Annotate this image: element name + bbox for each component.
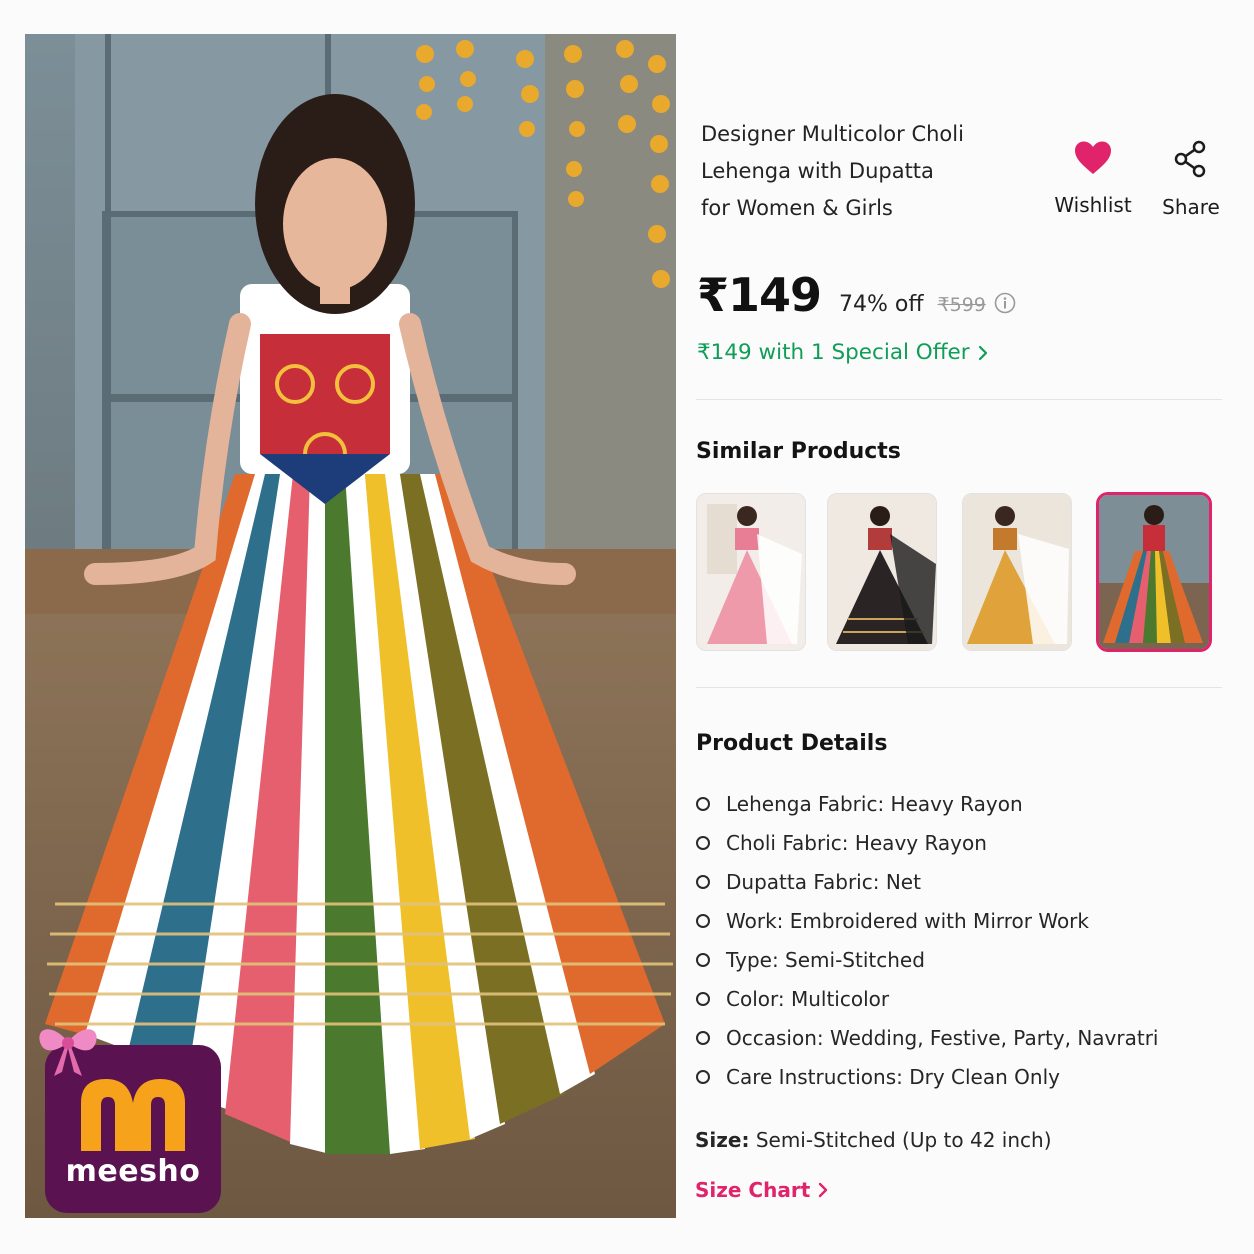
bullet-icon [696,835,710,850]
chevron-right-icon [819,1182,828,1198]
product-photo [25,34,676,1218]
product-details-list: Lehenga Fabric: Heavy Rayon Choli Fabric… [696,784,1159,1096]
divider [696,687,1222,688]
detail-text: Lehenga Fabric: Heavy Rayon [726,791,1023,816]
detail-text: Type: Semi-Stitched [726,947,925,972]
wishlist-label: Wishlist [1054,193,1132,217]
size-info: Size: Semi-Stitched (Up to 42 inch) [695,1128,1052,1152]
similar-product-thumb[interactable] [962,493,1072,651]
wishlist-button[interactable]: Wishlist [1050,140,1136,217]
special-offer-link[interactable]: ₹149 with 1 Special Offer [697,340,988,365]
product-main-image[interactable] [25,34,676,1218]
bullet-icon [696,1030,710,1045]
bullet-icon [696,991,710,1006]
similar-product-thumb[interactable] [696,493,806,651]
similar-product-thumb[interactable] [827,493,937,651]
detail-item: Dupatta Fabric: Net [696,862,1159,901]
detail-item: Choli Fabric: Heavy Rayon [696,823,1159,862]
similar-products-list [696,492,1216,653]
original-price: ₹599 [937,294,986,316]
product-details-title: Product Details [696,731,888,756]
divider [696,399,1222,400]
info-icon[interactable] [994,292,1016,314]
meesho-m-mark [81,1079,185,1151]
bullet-icon [696,874,710,889]
detail-item: Care Instructions: Dry Clean Only [696,1057,1159,1096]
similar-products-title: Similar Products [696,439,901,464]
heart-icon [1075,141,1111,174]
detail-item: Lehenga Fabric: Heavy Rayon [696,784,1159,823]
detail-item: Work: Embroidered with Mirror Work [696,901,1159,940]
size-value: Semi-Stitched (Up to 42 inch) [755,1128,1052,1152]
bullet-icon [696,1069,710,1084]
detail-text: Work: Embroidered with Mirror Work [726,908,1089,933]
size-label: Size: [695,1128,750,1152]
detail-item: Type: Semi-Stitched [696,940,1159,979]
detail-text: Care Instructions: Dry Clean Only [726,1064,1060,1089]
detail-text: Occasion: Wedding, Festive, Party, Navra… [726,1025,1159,1050]
share-label: Share [1162,195,1220,219]
selling-price: ₹149 [697,268,822,322]
similar-product-thumb-selected[interactable] [1096,492,1212,652]
thumb-image-black [828,494,936,650]
thumb-image-mustard [963,494,1071,650]
bullet-icon [696,952,710,967]
detail-item: Color: Multicolor [696,979,1159,1018]
product-title-line-2: Lehenga with Dupatta [701,159,934,183]
detail-text: Dupatta Fabric: Net [726,869,921,894]
share-icon [1174,140,1206,178]
bullet-icon [696,796,710,811]
product-title-line-3: for Women & Girls [701,196,893,220]
size-chart-link[interactable]: Size Chart [695,1178,828,1202]
price-row: ₹149 74% off ₹599 [697,268,1016,322]
brand-name: meesho [65,1154,201,1189]
detail-text: Color: Multicolor [726,986,890,1011]
detail-text: Choli Fabric: Heavy Rayon [726,830,987,855]
special-offer-text: ₹149 with 1 Special Offer [697,340,970,365]
size-chart-label: Size Chart [695,1178,811,1202]
product-title-line-1: Designer Multicolor Choli [701,122,964,146]
product-title: Designer Multicolor Choli Lehenga with D… [701,116,1001,227]
detail-item: Occasion: Wedding, Festive, Party, Navra… [696,1018,1159,1057]
thumb-image-pink [697,494,805,650]
bullet-icon [696,913,710,928]
discount-percent: 74% off [839,292,924,317]
gift-bow-icon [39,1029,97,1076]
chevron-right-icon [978,345,987,360]
share-button[interactable]: Share [1158,140,1224,219]
thumb-image-multicolor [1099,495,1209,649]
